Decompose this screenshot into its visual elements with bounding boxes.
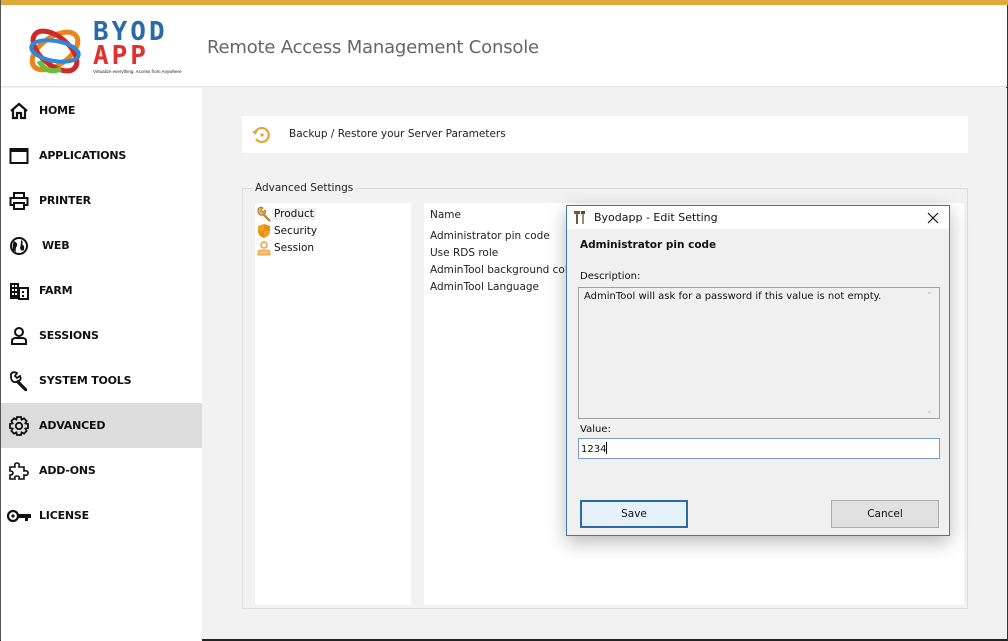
value-text: 1234 [581, 444, 607, 455]
description-text: AdminTool will ask for a password if thi… [584, 291, 882, 302]
dialog-titlebar[interactable]: Byodapp - Edit Setting [567, 206, 949, 229]
sidebar-item-label: ADVANCED [39, 419, 106, 432]
sidebar-item-applications[interactable]: APPLICATIONS [1, 133, 202, 178]
key-icon [6, 505, 32, 527]
sidebar: HOME APPLICATIONS PRINTER WEB FARM SESSI… [1, 88, 202, 641]
window-icon [8, 145, 30, 167]
printer-icon [8, 190, 30, 212]
description-scrollbar[interactable]: ⌃ ⌄ [922, 288, 939, 418]
list-item[interactable]: Administrator pin code [430, 230, 550, 242]
sidebar-item-label: SESSIONS [39, 329, 99, 342]
gear-icon [8, 415, 30, 437]
value-label: Value: [580, 424, 611, 435]
column-header-name[interactable]: Name [430, 209, 461, 221]
globe-icon [8, 235, 30, 257]
tree-item-label: Product [272, 207, 316, 220]
dialog-title: Byodapp - Edit Setting [594, 211, 718, 224]
sidebar-item-label: WEB [42, 239, 70, 252]
text-caret [606, 442, 608, 454]
tree-item-label: Session [274, 241, 315, 254]
cancel-button[interactable]: Cancel [831, 500, 939, 528]
sidebar-item-label: ADD-ONS [39, 464, 96, 477]
restore-icon [252, 126, 270, 144]
group-label: Advanced Settings [253, 182, 356, 194]
building-icon [8, 280, 30, 302]
app-window: BYOD APP Virtualize everything. Access f… [0, 0, 1008, 641]
list-item[interactable]: AdminTool background color [430, 264, 579, 276]
app-title: Remote Access Management Console [207, 37, 539, 58]
backup-restore-label: Backup / Restore your Server Parameters [289, 128, 506, 140]
user-icon [255, 240, 272, 256]
sidebar-item-farm[interactable]: FARM [1, 268, 202, 313]
sidebar-item-sessions[interactable]: SESSIONS [1, 313, 202, 358]
sidebar-item-printer[interactable]: PRINTER [1, 178, 202, 223]
sidebar-item-label: HOME [39, 104, 76, 117]
sidebar-item-label: PRINTER [39, 194, 91, 207]
logo-tagline: Virtualize everything. Access from Anywh… [93, 69, 182, 74]
list-item[interactable]: AdminTool Language [430, 281, 539, 293]
sidebar-item-web[interactable]: WEB [1, 223, 202, 268]
scroll-down-icon[interactable]: ⌄ [926, 406, 933, 415]
sidebar-item-advanced[interactable]: ADVANCED [1, 403, 202, 448]
edit-setting-dialog: Byodapp - Edit Setting Administrator pin… [566, 205, 950, 536]
sidebar-item-license[interactable]: LICENSE [1, 493, 202, 538]
description-label: Description: [580, 271, 641, 282]
sidebar-item-label: APPLICATIONS [39, 149, 127, 162]
wrench-icon [255, 206, 272, 222]
puzzle-icon [8, 460, 30, 482]
sidebar-item-label: LICENSE [39, 509, 89, 522]
tools-icon [574, 211, 585, 224]
tree-item-product[interactable]: Product [255, 205, 316, 222]
list-item[interactable]: Use RDS role [430, 247, 498, 259]
tree-item-session[interactable]: Session [255, 239, 316, 256]
tree-item-security[interactable]: Security [255, 222, 319, 239]
settings-category-tree: Product Security Session [255, 203, 411, 605]
shield-icon [255, 223, 272, 239]
user-icon [8, 325, 30, 347]
sidebar-item-system-tools[interactable]: SYSTEM TOOLS [1, 358, 202, 403]
close-icon [927, 212, 939, 224]
value-input[interactable]: 1234 [578, 438, 940, 459]
logo-text-app: APP [93, 41, 149, 71]
home-icon [8, 100, 30, 122]
tree-item-label: Security [274, 224, 318, 237]
sidebar-item-label: FARM [39, 284, 73, 297]
description-textarea[interactable]: AdminTool will ask for a password if thi… [578, 287, 940, 419]
wrench-icon [8, 370, 30, 392]
header: BYOD APP Virtualize everything. Access f… [1, 5, 1007, 87]
sidebar-item-home[interactable]: HOME [1, 88, 202, 133]
scroll-up-icon[interactable]: ⌃ [926, 291, 933, 300]
save-button[interactable]: Save [580, 500, 688, 528]
setting-name-heading: Administrator pin code [580, 239, 717, 251]
sidebar-item-label: SYSTEM TOOLS [39, 374, 132, 387]
backup-restore-link[interactable]: Backup / Restore your Server Parameters [242, 116, 968, 153]
close-button[interactable] [923, 208, 943, 228]
sidebar-item-add-ons[interactable]: ADD-ONS [1, 448, 202, 493]
